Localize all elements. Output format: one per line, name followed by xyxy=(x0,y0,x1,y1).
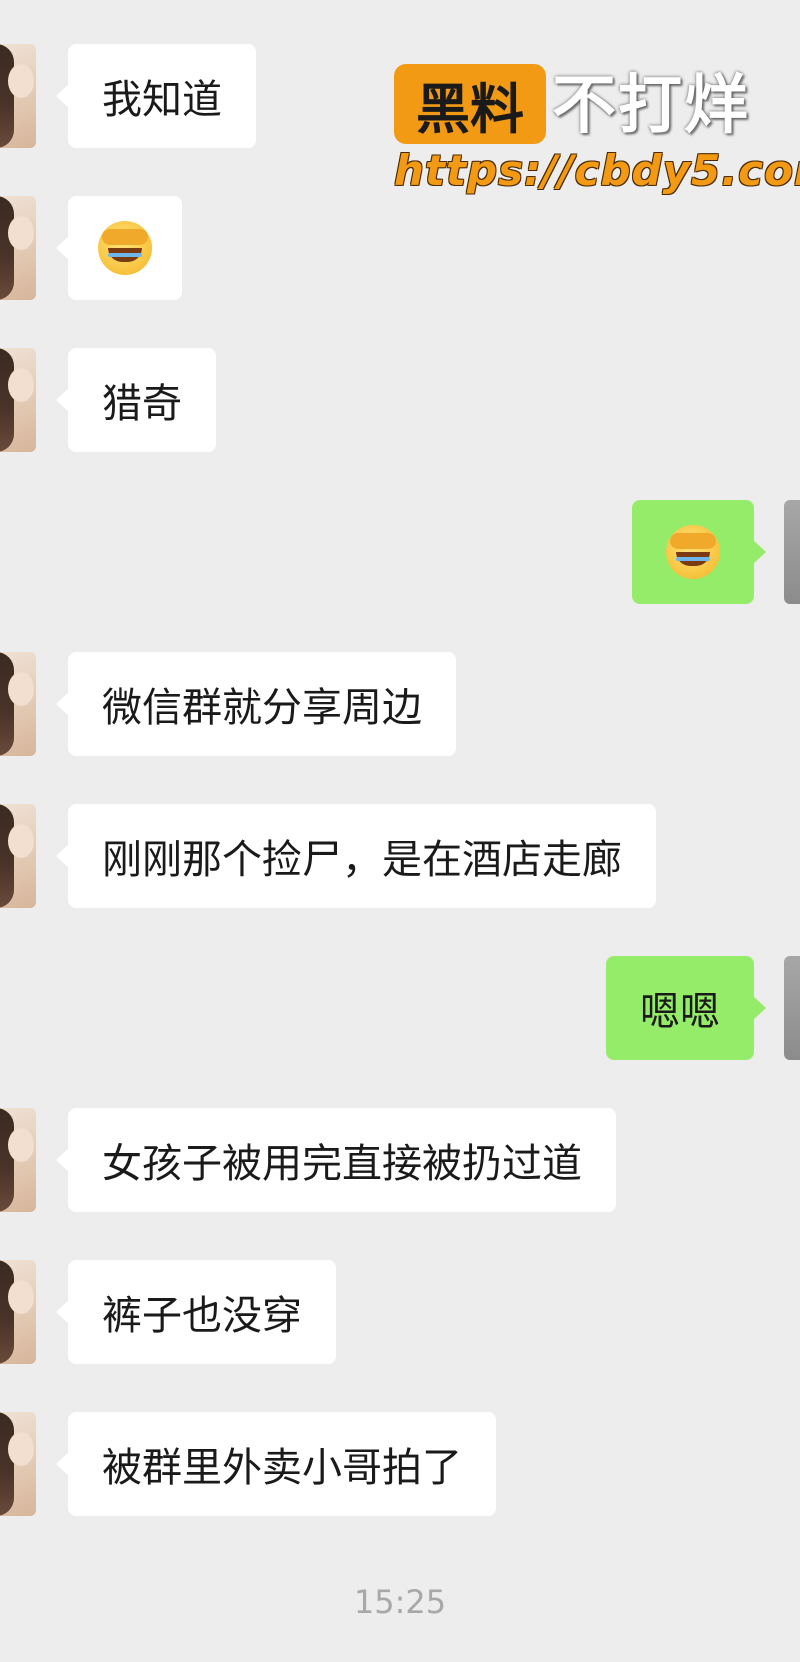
message-timestamp: 15:25 xyxy=(353,1583,447,1621)
contact-avatar[interactable] xyxy=(0,196,36,300)
message-text: 我知道 xyxy=(102,77,222,123)
message-text: 猎奇 xyxy=(102,381,182,427)
watermark: 黑料 不打烊 https://cbdy5.com xyxy=(394,64,800,204)
outgoing-message-bubble[interactable] xyxy=(632,500,766,604)
incoming-message-bubble[interactable]: 猎奇 xyxy=(56,348,216,452)
contact-avatar[interactable] xyxy=(0,804,36,908)
outgoing-message-bubble[interactable]: 嗯嗯 xyxy=(606,956,766,1060)
incoming-message-bubble[interactable]: 我知道 xyxy=(56,44,256,148)
facepalm-laugh-emoji-icon xyxy=(98,221,152,275)
self-avatar[interactable] xyxy=(784,956,800,1060)
watermark-slogan: 不打烊 xyxy=(552,69,750,143)
message-text: 嗯嗯 xyxy=(640,989,720,1035)
contact-avatar[interactable] xyxy=(0,44,36,148)
incoming-message-bubble[interactable] xyxy=(56,196,182,300)
watermark-logo: 黑料 xyxy=(394,64,546,144)
incoming-message-bubble[interactable]: 微信群就分享周边 xyxy=(56,652,456,756)
incoming-message-bubble[interactable]: 被群里外卖小哥拍了 xyxy=(56,1412,496,1516)
message-text: 被群里外卖小哥拍了 xyxy=(102,1445,462,1491)
message-text: 女孩子被用完直接被扔过道 xyxy=(102,1141,582,1187)
contact-avatar[interactable] xyxy=(0,652,36,756)
contact-avatar[interactable] xyxy=(0,1108,36,1212)
message-text: 裤子也没穿 xyxy=(102,1293,302,1339)
incoming-message-bubble[interactable]: 刚刚那个捡尸，是在酒店走廊 xyxy=(56,804,656,908)
message-text: 刚刚那个捡尸，是在酒店走廊 xyxy=(102,837,622,883)
contact-avatar[interactable] xyxy=(0,1412,36,1516)
contact-avatar[interactable] xyxy=(0,348,36,452)
facepalm-laugh-emoji-icon xyxy=(666,525,720,579)
watermark-url: https://cbdy5.com xyxy=(394,146,800,195)
self-avatar[interactable] xyxy=(784,500,800,604)
incoming-message-bubble[interactable]: 裤子也没穿 xyxy=(56,1260,336,1364)
incoming-message-bubble[interactable]: 女孩子被用完直接被扔过道 xyxy=(56,1108,616,1212)
contact-avatar[interactable] xyxy=(0,1260,36,1364)
message-text: 微信群就分享周边 xyxy=(102,685,422,731)
